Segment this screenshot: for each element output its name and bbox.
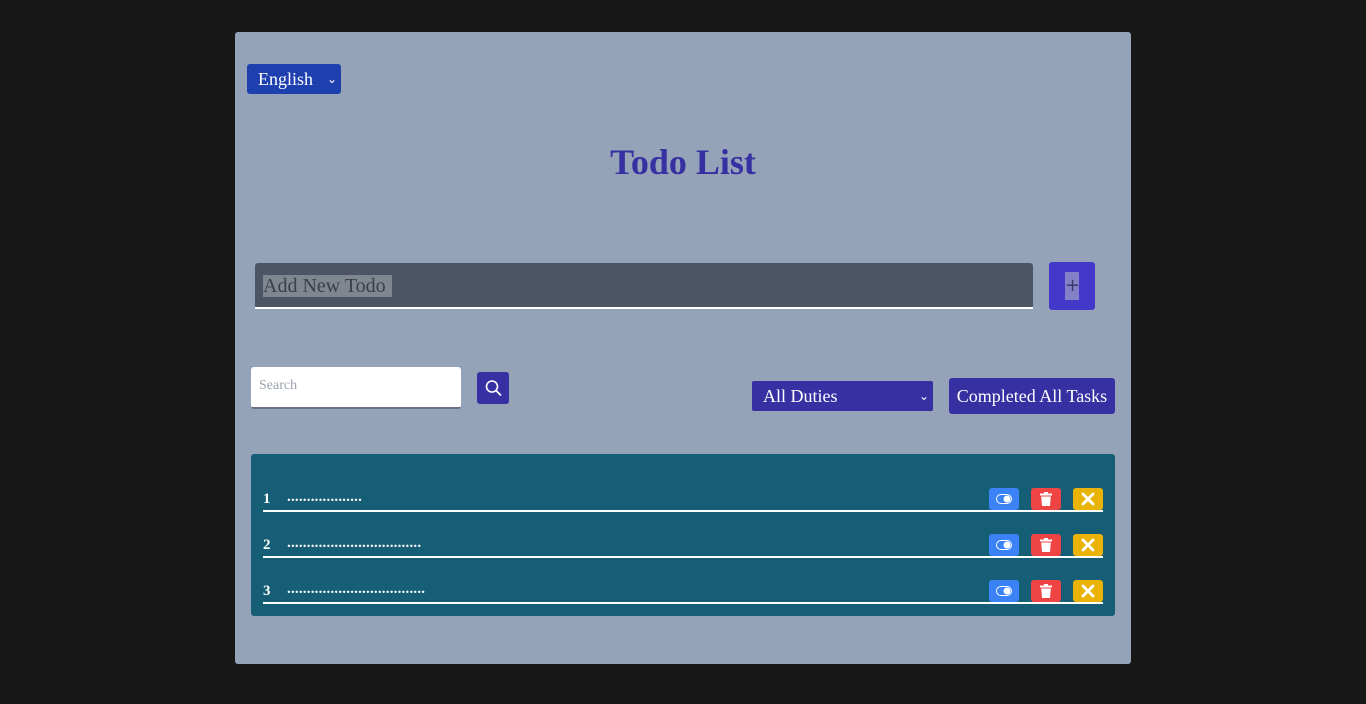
toggle-icon — [996, 586, 1012, 596]
list-item: 2 .................................. — [263, 512, 1103, 558]
trash-icon — [1040, 492, 1052, 506]
toggle-button[interactable] — [989, 580, 1019, 602]
list-item: 3 ................................... — [263, 558, 1103, 604]
toggle-icon — [996, 494, 1012, 504]
remove-button[interactable] — [1073, 488, 1103, 510]
todo-text: ................... — [287, 489, 363, 505]
add-todo-button[interactable]: + — [1049, 262, 1095, 310]
search-button[interactable] — [477, 372, 509, 404]
search-input[interactable]: Search — [251, 367, 461, 409]
filter-select-value: All Duties — [763, 386, 838, 406]
close-icon — [1081, 584, 1095, 598]
filter-select[interactable]: All Duties ⌄ — [752, 381, 933, 411]
new-todo-placeholder: Add New Todo — [263, 275, 392, 297]
new-todo-input[interactable]: Add New Todo — [255, 263, 1033, 309]
todo-card: English ⌄ Todo List Add New Todo + Searc… — [235, 32, 1131, 664]
complete-all-button[interactable]: Completed All Tasks — [949, 378, 1115, 414]
remove-button[interactable] — [1073, 534, 1103, 556]
todo-text: .................................. — [287, 535, 422, 551]
todo-text: ................................... — [287, 581, 426, 597]
todo-list: 1 ................... 2 ................… — [251, 454, 1115, 616]
close-icon — [1081, 492, 1095, 506]
close-icon — [1081, 538, 1095, 552]
remove-button[interactable] — [1073, 580, 1103, 602]
plus-icon: + — [1065, 272, 1080, 300]
search-placeholder: Search — [259, 378, 298, 393]
search-icon — [485, 380, 502, 396]
trash-icon — [1040, 538, 1052, 552]
delete-button[interactable] — [1031, 580, 1061, 602]
delete-button[interactable] — [1031, 488, 1061, 510]
page-title: Todo List — [610, 142, 756, 182]
todo-number: 3 — [263, 583, 271, 599]
list-item: 1 ................... — [263, 466, 1103, 512]
toggle-button[interactable] — [989, 534, 1019, 556]
toggle-icon — [996, 540, 1012, 550]
chevron-down-icon: ⌄ — [918, 389, 929, 403]
todo-number: 1 — [263, 491, 271, 507]
language-select[interactable]: English ⌄ — [247, 64, 341, 94]
trash-icon — [1040, 584, 1052, 598]
toggle-button[interactable] — [989, 488, 1019, 510]
todo-number: 2 — [263, 537, 271, 553]
chevron-down-icon: ⌄ — [326, 72, 337, 86]
language-select-value: English — [258, 69, 314, 89]
delete-button[interactable] — [1031, 534, 1061, 556]
